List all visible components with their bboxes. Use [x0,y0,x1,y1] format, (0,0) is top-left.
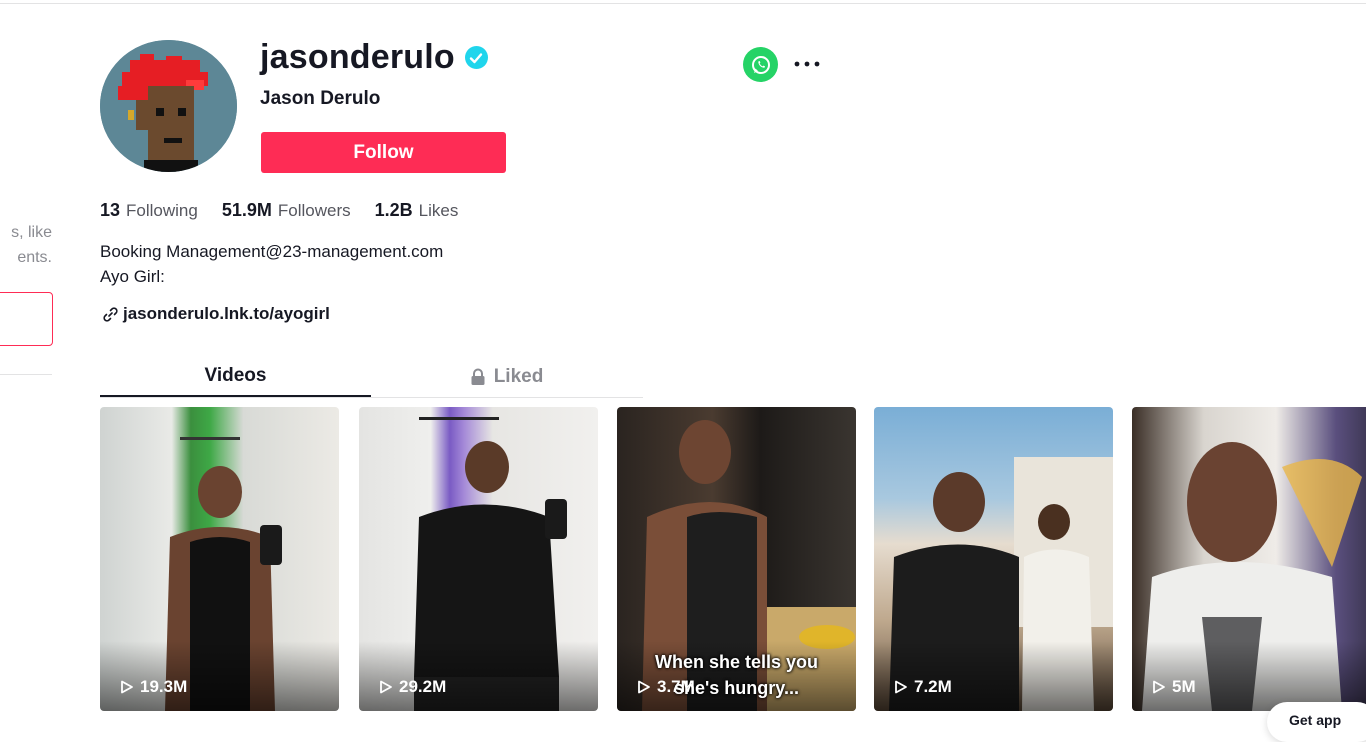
bio-line-1: Booking Management@23-management.com [100,242,444,261]
video-card[interactable]: When she tells you she's hungry... 3.7M [617,407,856,711]
avatar-pixel-art [100,40,237,172]
video-card[interactable]: 29.2M [359,407,598,711]
play-icon [379,680,393,694]
following-stat[interactable]: 13 Following [100,200,198,221]
video-card[interactable]: 19.3M [100,407,339,711]
more-icon[interactable] [792,50,822,78]
bio: Booking Management@23-management.com Ayo… [100,239,443,289]
get-app-button[interactable]: Get app [1267,702,1366,742]
sidebar-prompt-line-2: ents. [17,249,52,266]
thumbnail-shade [100,641,339,711]
whatsapp-icon [751,55,770,74]
video-card[interactable]: 5M [1132,407,1366,711]
play-icon [120,680,134,694]
tab-liked-label: Liked [493,365,544,387]
view-count-text: 3.7M [657,677,695,696]
likes-label: Likes [418,201,459,220]
play-icon [1152,680,1166,694]
thumbnail-shade [359,641,598,711]
tab-liked[interactable]: Liked [371,356,642,397]
bio-line-2: Ayo Girl: [100,267,165,286]
view-count: 7.2M [894,677,952,697]
verified-badge-icon [464,46,488,69]
sidebar-divider [0,374,52,375]
play-icon [894,680,908,694]
likes-stat: 1.2B Likes [375,200,459,221]
thumbnail-shade [874,641,1113,711]
followers-stat[interactable]: 51.9M Followers [222,200,351,221]
profile-stats: 13 Following 51.9M Followers 1.2B Likes [100,200,482,221]
video-card[interactable]: 7.2M [874,407,1113,711]
display-name: Jason Derulo [260,88,381,109]
profile-link-text: jasonderulo.lnk.to/ayogirl [123,304,330,323]
likes-count: 1.2B [374,200,413,220]
link-icon [102,306,119,323]
view-count-text: 7.2M [914,677,952,696]
view-count: 19.3M [120,677,187,697]
following-label: Following [126,201,198,220]
followers-label: Followers [277,201,351,220]
view-count-text: 29.2M [399,677,447,696]
view-count: 3.7M [637,677,695,697]
sidebar-login-prompt: s, like ents. [0,220,52,270]
lock-icon [470,368,486,386]
view-count-text: 19.3M [140,677,188,696]
following-count: 13 [100,200,121,220]
thumbnail-shade [1132,641,1366,711]
username-row: jasonderulo [260,38,488,77]
followers-count: 51.9M [221,200,272,220]
profile-tabs: Videos Liked [100,356,643,398]
follow-button[interactable]: Follow [261,132,506,173]
view-count: 5M [1152,677,1196,697]
username: jasonderulo [260,38,455,76]
view-count-text: 5M [1172,677,1196,696]
whatsapp-share-button[interactable] [743,47,778,82]
view-count: 29.2M [379,677,446,697]
sidebar-prompt-line-1: s, like [11,224,52,241]
sidebar-login-button[interactable] [0,292,53,346]
top-border [0,0,1366,4]
video-caption-line-1: When she tells you [654,652,819,672]
play-icon [637,680,651,694]
tab-videos[interactable]: Videos [100,356,371,397]
profile-link[interactable]: jasonderulo.lnk.to/ayogirl [102,304,330,324]
avatar[interactable] [100,40,237,172]
